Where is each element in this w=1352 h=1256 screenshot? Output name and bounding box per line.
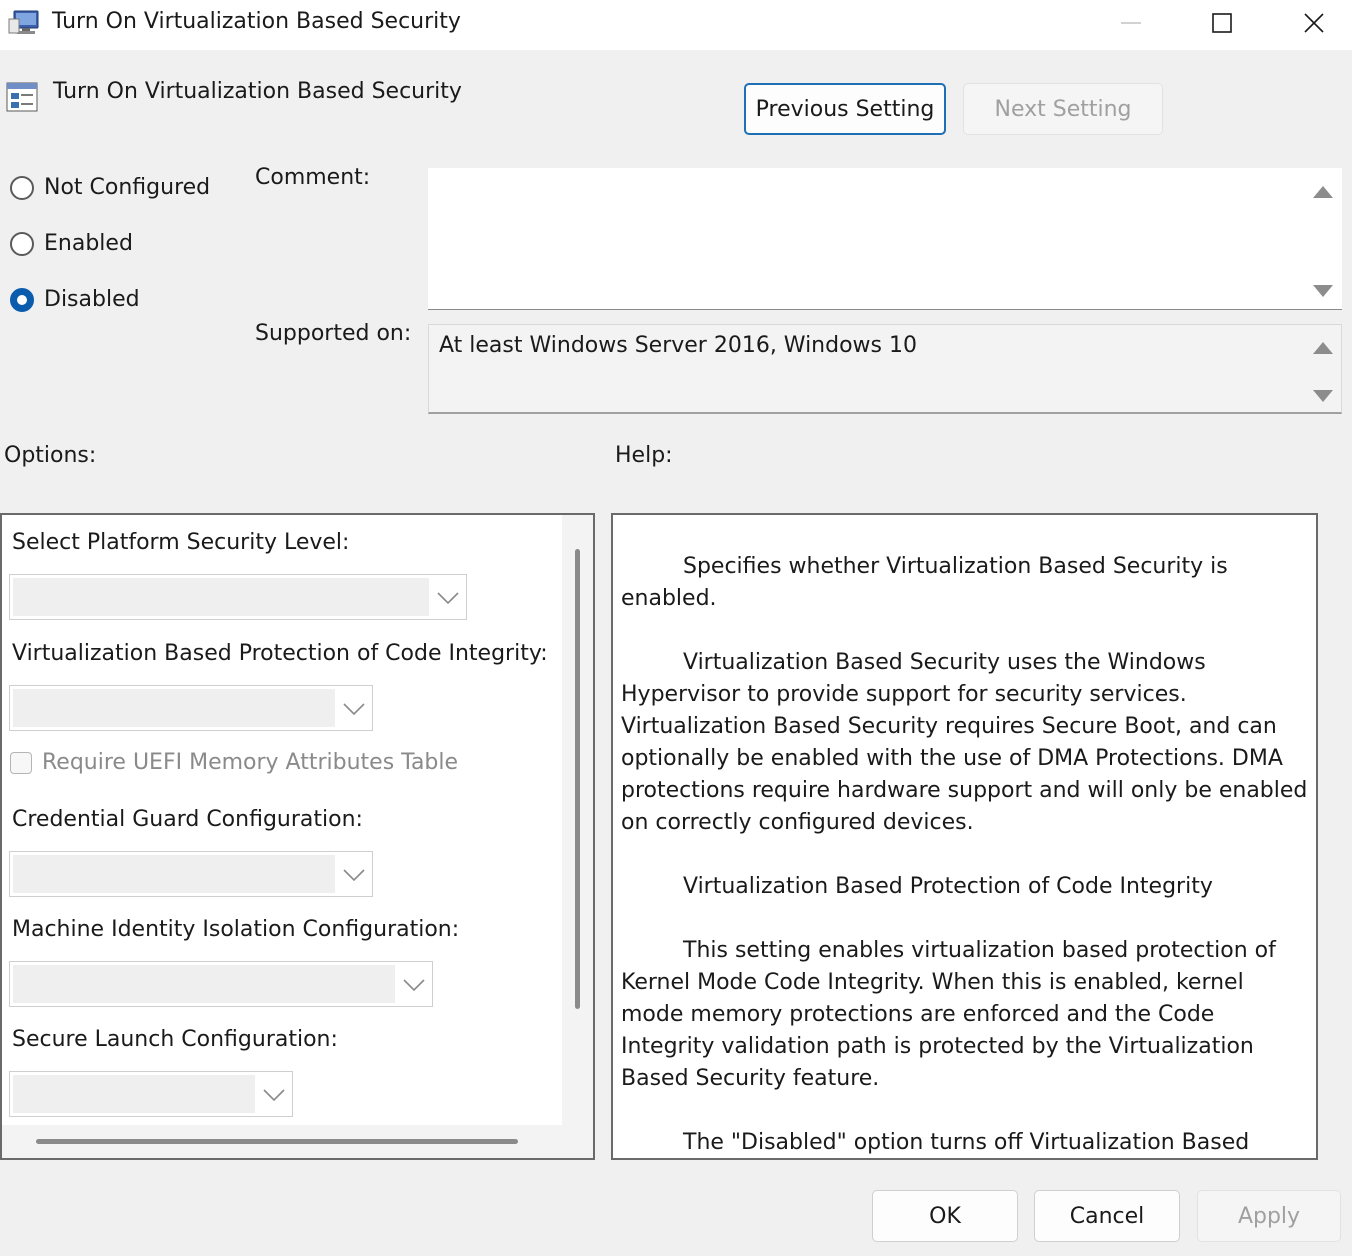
help-paragraph: Virtualization Based Security uses the W… <box>621 650 1308 835</box>
previous-setting-button[interactable]: Previous Setting <box>744 83 946 135</box>
secure-launch-dropdown[interactable] <box>9 1071 293 1117</box>
maximize-icon <box>1212 13 1232 33</box>
radio-button-circle[interactable] <box>10 175 34 200</box>
radio-disabled[interactable]: Disabled <box>10 287 140 312</box>
scroll-up-icon[interactable] <box>1313 186 1333 198</box>
help-paragraph: The "Disabled" option turns off Virtuali… <box>683 1130 1250 1155</box>
secure-launch-label: Secure Launch Configuration: <box>12 1027 338 1052</box>
horizontal-scrollbar-thumb[interactable] <box>36 1139 518 1144</box>
options-label: Options: <box>4 443 97 468</box>
policy-title: Turn On Virtualization Based Security <box>53 79 462 104</box>
credential-guard-label: Credential Guard Configuration: <box>12 807 363 832</box>
chevron-down-icon <box>343 869 365 882</box>
supported-on-value: At least Windows Server 2016, Windows 10 <box>439 333 917 358</box>
radio-button-circle[interactable] <box>10 231 34 256</box>
checkbox-box[interactable] <box>10 751 32 774</box>
chevron-down-icon <box>403 979 425 992</box>
uefi-memory-table-checkbox[interactable]: Require UEFI Memory Attributes Table <box>10 750 458 775</box>
next-setting-button[interactable]: Next Setting <box>963 83 1163 135</box>
machine-identity-label: Machine Identity Isolation Configuration… <box>12 917 460 942</box>
vertical-scrollbar-thumb[interactable] <box>575 549 580 1009</box>
chevron-down-icon <box>437 592 459 605</box>
help-paragraph: Specifies whether Virtualization Based S… <box>621 554 1228 611</box>
machine-identity-dropdown[interactable] <box>9 961 433 1007</box>
maximize-button[interactable] <box>1176 0 1268 46</box>
cancel-button[interactable]: Cancel <box>1034 1190 1180 1242</box>
radio-button-circle-selected[interactable] <box>10 287 34 312</box>
code-integrity-dropdown[interactable] <box>9 685 373 731</box>
supported-on-field: At least Windows Server 2016, Windows 10 <box>428 324 1342 414</box>
ok-button[interactable]: OK <box>872 1190 1018 1242</box>
credential-guard-dropdown[interactable] <box>9 851 373 897</box>
checkbox-label: Require UEFI Memory Attributes Table <box>42 750 459 775</box>
policy-setting-icon <box>5 80 39 114</box>
help-text: Specifies whether Virtualization Based S… <box>621 551 1311 1158</box>
scroll-up-icon[interactable] <box>1313 342 1333 354</box>
comment-label: Comment: <box>255 165 371 190</box>
window-title: Turn On Virtualization Based Security <box>52 9 461 34</box>
radio-label: Enabled <box>44 231 133 256</box>
comment-textarea[interactable] <box>428 168 1342 310</box>
close-button[interactable] <box>1268 0 1352 46</box>
apply-button[interactable]: Apply <box>1197 1190 1341 1242</box>
platform-security-level-label: Select Platform Security Level: <box>12 530 350 555</box>
help-panel: Specifies whether Virtualization Based S… <box>611 513 1318 1160</box>
minimize-icon <box>1121 22 1141 24</box>
minimize-button[interactable] <box>1085 0 1177 46</box>
group-policy-app-icon <box>8 9 42 37</box>
scroll-down-icon[interactable] <box>1313 285 1333 297</box>
help-paragraph: This setting enables virtualization base… <box>621 938 1276 1091</box>
radio-label: Disabled <box>44 287 140 312</box>
scroll-down-icon[interactable] <box>1313 390 1333 402</box>
close-icon <box>1304 13 1324 33</box>
chevron-down-icon <box>343 703 365 716</box>
supported-on-label: Supported on: <box>255 321 412 346</box>
radio-label: Not Configured <box>44 175 211 200</box>
help-label: Help: <box>615 443 673 468</box>
platform-security-level-dropdown[interactable] <box>9 574 467 620</box>
code-integrity-label: Virtualization Based Protection of Code … <box>12 641 548 666</box>
title-bar: Turn On Virtualization Based Security <box>0 0 1352 50</box>
chevron-down-icon <box>263 1089 285 1102</box>
radio-not-configured[interactable]: Not Configured <box>10 175 210 200</box>
help-paragraph: Virtualization Based Protection of Code … <box>683 874 1213 899</box>
radio-enabled[interactable]: Enabled <box>10 231 133 256</box>
options-panel: Select Platform Security Level: Virtuali… <box>0 513 595 1160</box>
